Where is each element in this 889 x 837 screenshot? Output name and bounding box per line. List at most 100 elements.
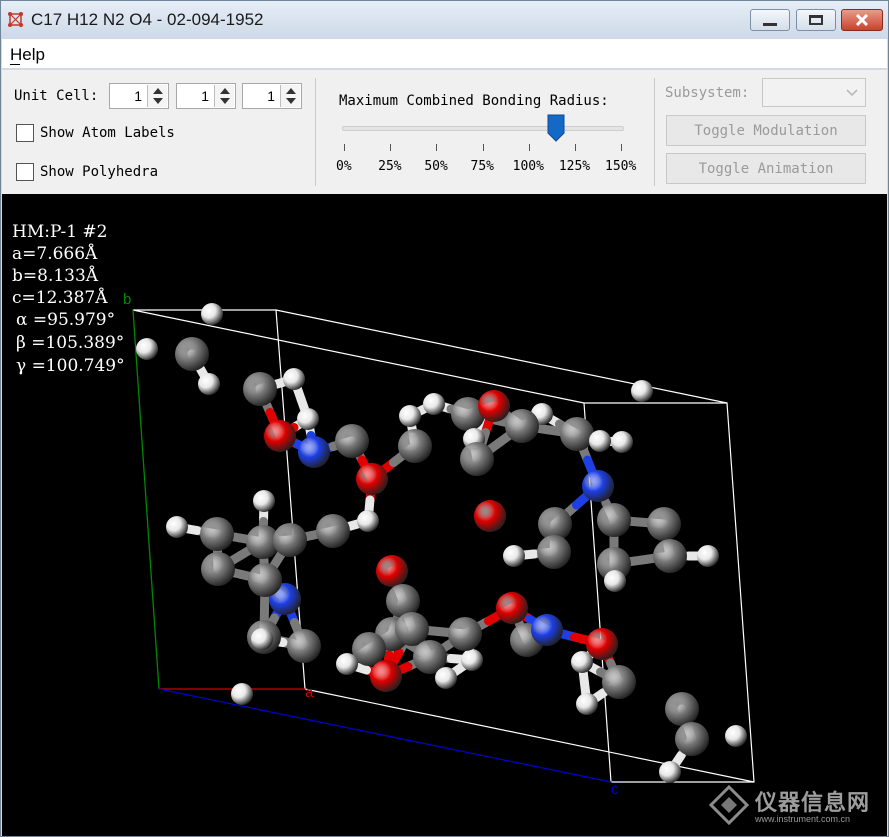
carbon-atom bbox=[316, 514, 350, 548]
hydrogen-atom bbox=[725, 725, 747, 747]
carbon-atom bbox=[537, 535, 571, 569]
carbon-atom bbox=[395, 612, 429, 646]
hydrogen-atom bbox=[198, 373, 220, 395]
carbon-atom bbox=[273, 523, 307, 557]
arrow-down-icon[interactable] bbox=[220, 98, 230, 104]
unit-cell-c-value: 1 bbox=[267, 88, 275, 104]
show-atom-labels-checkbox[interactable] bbox=[16, 124, 34, 142]
nitrogen-atom bbox=[531, 614, 563, 646]
carbon-atom bbox=[175, 337, 209, 371]
cell-beta-text: β =105.389° bbox=[16, 333, 125, 353]
bonding-radius-label: Maximum Combined Bonding Radius: bbox=[339, 93, 609, 109]
hydrogen-atom bbox=[253, 490, 275, 512]
oxygen-atom bbox=[264, 420, 296, 452]
hydrogen-atom bbox=[659, 761, 681, 783]
subsystem-select[interactable] bbox=[762, 78, 866, 107]
carbon-atom bbox=[448, 617, 482, 651]
title-bar[interactable]: C17 H12 N2 O4 - 02-094-1952 bbox=[1, 1, 888, 39]
arrow-up-icon[interactable] bbox=[286, 88, 296, 94]
hydrogen-atom bbox=[283, 368, 305, 390]
structure-viewport[interactable]: a b c HM:P-1 #2 a=7.666Å b=8.133Å c=12.3… bbox=[2, 194, 887, 836]
carbon-atom bbox=[560, 417, 594, 451]
hydrogen-atom bbox=[589, 430, 611, 452]
carbon-atom bbox=[665, 692, 699, 726]
toggle-modulation-button[interactable]: Toggle Modulation bbox=[666, 115, 866, 146]
cell-edge bbox=[726, 402, 755, 783]
hydrogen-atom bbox=[435, 667, 457, 689]
menu-help[interactable]: Help bbox=[10, 45, 45, 65]
unit-cell-c-arrows[interactable] bbox=[280, 85, 300, 107]
menu-bar: Help bbox=[2, 39, 887, 69]
arrow-up-icon[interactable] bbox=[220, 88, 230, 94]
cell-a-text: a=7.666Å bbox=[12, 244, 98, 264]
arrow-up-icon[interactable] bbox=[153, 88, 163, 94]
bonding-radius-slider-thumb[interactable] bbox=[547, 114, 565, 142]
chevron-down-icon bbox=[846, 89, 858, 97]
hydrogen-atom bbox=[571, 651, 593, 673]
carbon-atom bbox=[505, 409, 539, 443]
hydrogen-atom bbox=[357, 510, 379, 532]
hydrogen-atom bbox=[166, 516, 188, 538]
oxygen-atom bbox=[474, 500, 506, 532]
minimize-button[interactable] bbox=[750, 9, 790, 31]
molecule-scene[interactable]: a b c bbox=[2, 194, 887, 836]
close-icon bbox=[855, 14, 869, 26]
carbon-atom bbox=[460, 442, 494, 476]
cell-alpha-text: α =95.979° bbox=[16, 310, 116, 330]
toggle-animation-button[interactable]: Toggle Animation bbox=[666, 153, 866, 184]
slider-tick bbox=[344, 144, 345, 151]
oxygen-atom bbox=[586, 628, 618, 660]
unit-cell-a-stepper[interactable]: 1 bbox=[109, 83, 169, 109]
slider-tick-label: 25% bbox=[378, 159, 402, 174]
unit-cell-a-arrows[interactable] bbox=[147, 85, 167, 107]
carbon-atom bbox=[602, 665, 636, 699]
watermark-logo-icon bbox=[708, 784, 750, 826]
minimize-icon bbox=[763, 22, 777, 26]
hydrogen-atom bbox=[201, 303, 223, 325]
oxygen-atom bbox=[356, 463, 388, 495]
nitrogen-atom bbox=[582, 470, 614, 502]
slider-tick bbox=[436, 144, 438, 151]
cell-edge bbox=[275, 309, 728, 404]
hydrogen-atom bbox=[423, 393, 445, 415]
slider-tick-label: 100% bbox=[512, 159, 544, 174]
carbon-atom bbox=[287, 629, 321, 663]
show-atom-labels-label[interactable]: Show Atom Labels bbox=[40, 125, 175, 141]
carbon-atom bbox=[335, 424, 369, 458]
carbon-atom bbox=[597, 503, 631, 537]
oxygen-atom bbox=[370, 660, 402, 692]
oxygen-atom bbox=[478, 390, 510, 422]
oxygen-atom bbox=[376, 555, 408, 587]
hydrogen-atom bbox=[604, 570, 626, 592]
arrow-down-icon[interactable] bbox=[153, 98, 163, 104]
carbon-atom bbox=[647, 507, 681, 541]
carbon-atom bbox=[398, 429, 432, 463]
unit-cell-b-stepper[interactable]: 1 bbox=[176, 83, 236, 109]
cell-b-text: b=8.133Å bbox=[12, 266, 99, 286]
slider-tick bbox=[528, 144, 530, 151]
bonding-radius-slider-track[interactable] bbox=[342, 126, 624, 131]
carbon-atom bbox=[200, 517, 234, 551]
app-window: C17 H12 N2 O4 - 02-094-1952 Help Unit Ce… bbox=[0, 0, 889, 837]
window-title: C17 H12 N2 O4 - 02-094-1952 bbox=[31, 10, 264, 29]
show-polyhedra-checkbox[interactable] bbox=[16, 163, 34, 181]
slider-tick-label: 150% bbox=[605, 159, 637, 174]
hydrogen-atom bbox=[631, 380, 653, 402]
close-button[interactable] bbox=[841, 9, 883, 31]
axis-b-label: b bbox=[123, 291, 131, 308]
axis-b-line bbox=[132, 309, 160, 690]
hydrogen-atom bbox=[611, 431, 633, 453]
hydrogen-atom bbox=[461, 649, 483, 671]
axis-c-label: c bbox=[611, 781, 619, 798]
watermark: 仪器信息网 www.instrument.com.cn bbox=[707, 781, 883, 833]
unit-cell-c-stepper[interactable]: 1 bbox=[242, 83, 302, 109]
show-polyhedra-label[interactable]: Show Polyhedra bbox=[40, 164, 158, 180]
slider-tick-label: 50% bbox=[424, 159, 448, 174]
carbon-atom bbox=[201, 552, 235, 586]
unit-cell-label: Unit Cell: bbox=[14, 88, 99, 104]
unit-cell-b-arrows[interactable] bbox=[214, 85, 234, 107]
separator bbox=[654, 78, 655, 186]
maximize-button[interactable] bbox=[796, 9, 836, 31]
watermark-text: 仪器信息网 bbox=[755, 791, 871, 816]
arrow-down-icon[interactable] bbox=[286, 98, 296, 104]
